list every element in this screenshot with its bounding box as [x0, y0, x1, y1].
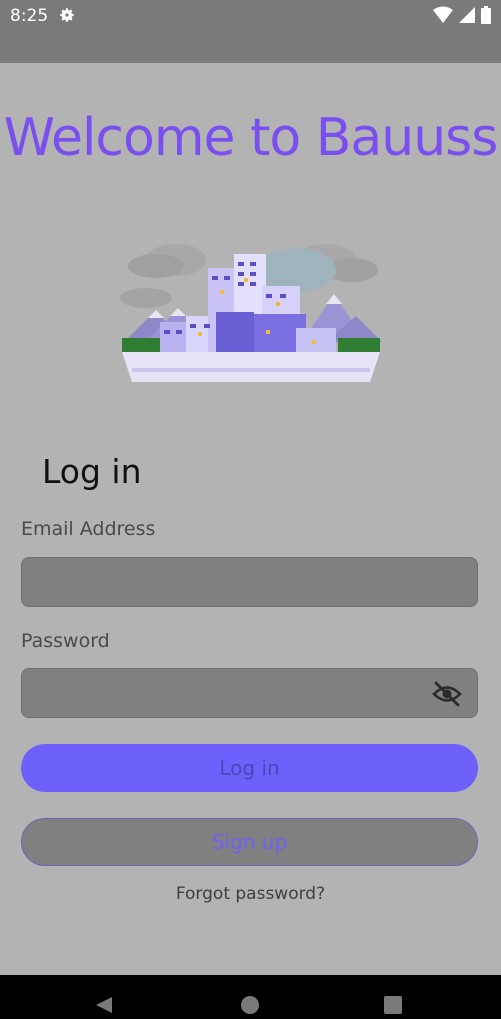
signal-icon [459, 7, 475, 23]
nav-bar [0, 975, 501, 1019]
status-time: 8:25 [10, 6, 49, 26]
home-icon[interactable] [240, 995, 260, 1015]
login-heading: Log in [42, 452, 142, 491]
gear-icon [60, 8, 74, 22]
battery-icon [481, 6, 491, 24]
eye-off-icon[interactable] [432, 681, 462, 707]
wifi-icon [433, 6, 453, 23]
toolbar-band [0, 32, 501, 63]
login-button[interactable]: Log in [21, 744, 478, 792]
city-illustration [120, 244, 382, 382]
status-icons [433, 6, 491, 24]
app-screen: 8:25 Welcome to Bauuss Log in Email Addr… [0, 0, 501, 1019]
signup-button[interactable]: Sign up [21, 818, 478, 866]
status-bar: 8:25 [0, 0, 501, 32]
recents-icon[interactable] [383, 995, 403, 1015]
back-icon[interactable] [94, 995, 114, 1015]
forgot-password-link[interactable]: Forgot password? [0, 884, 501, 904]
welcome-title: Welcome to Bauuss [3, 108, 499, 168]
email-field-container [21, 557, 478, 607]
password-field[interactable] [22, 669, 477, 717]
password-field-container [21, 668, 478, 718]
password-label: Password [21, 630, 110, 652]
email-field[interactable] [22, 558, 477, 606]
email-label: Email Address [21, 518, 156, 540]
